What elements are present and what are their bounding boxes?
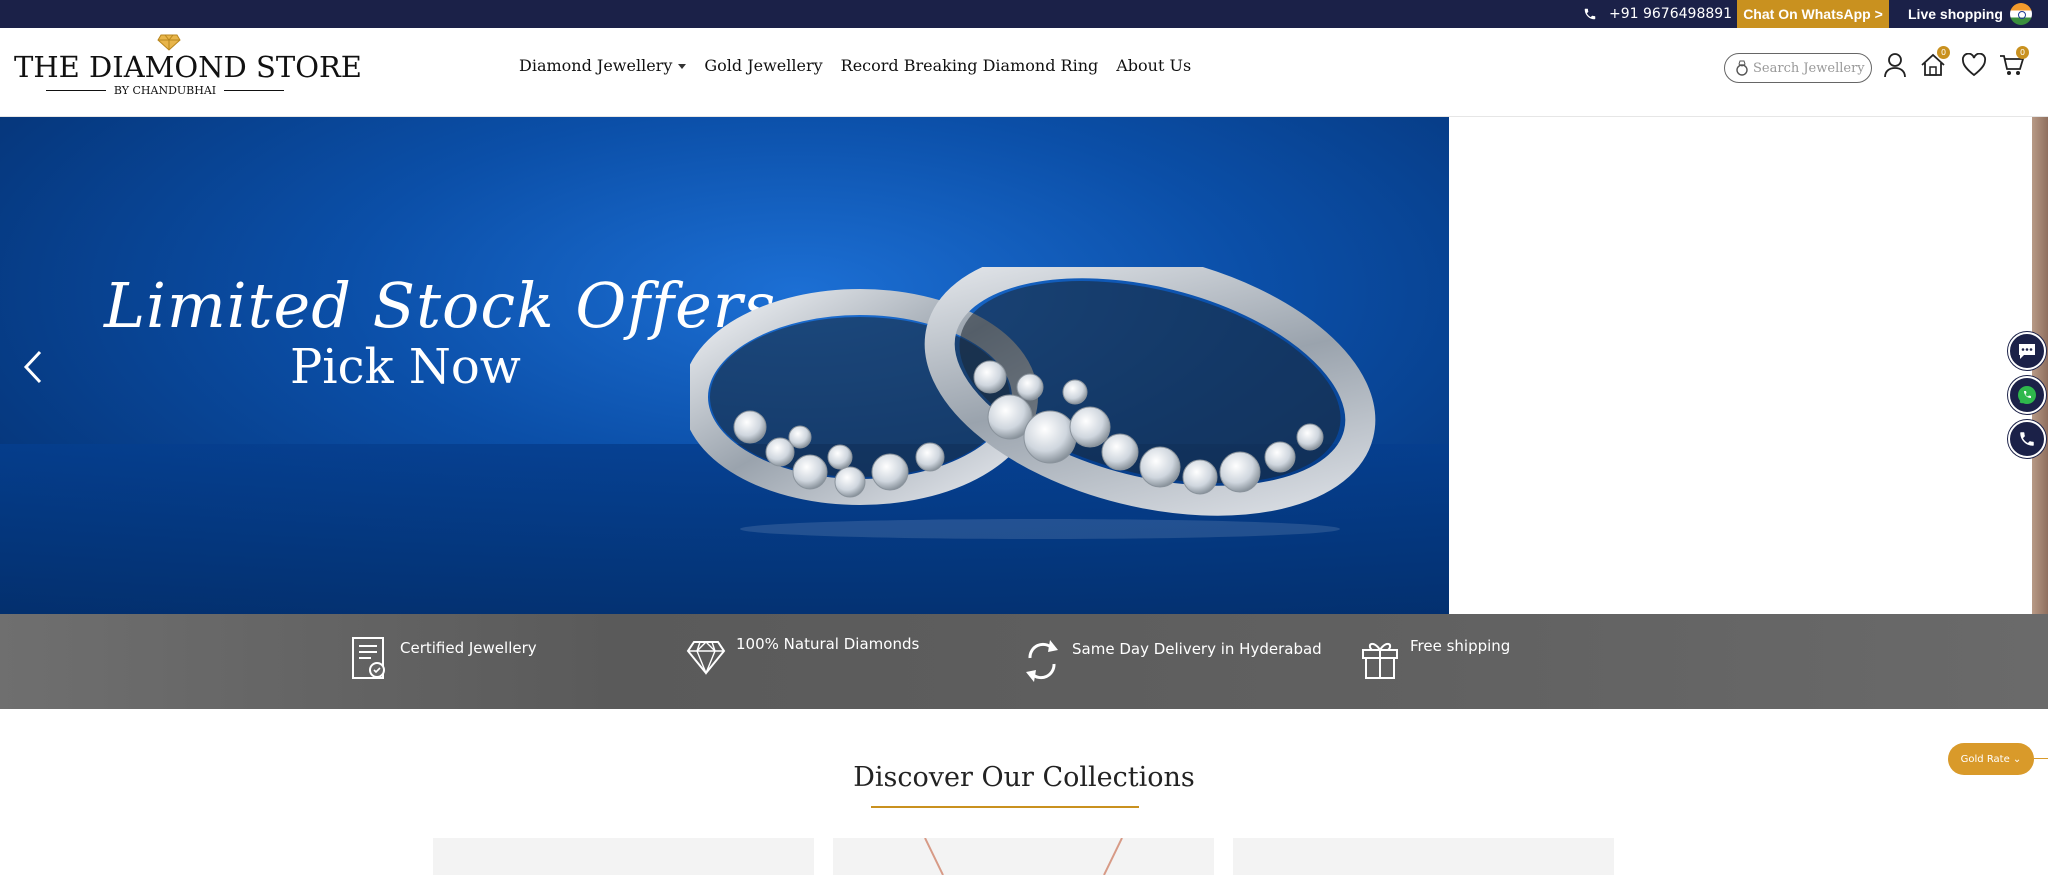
hero-side-panel — [1449, 117, 2032, 614]
logo[interactable]: THE DIAMOND STORE BY CHANDUBHAI — [14, 30, 362, 100]
account-button[interactable] — [1880, 50, 1910, 80]
logo-title: THE DIAMOND STORE — [14, 50, 362, 84]
gold-rate-connector — [2034, 758, 2048, 759]
ring-search-icon — [1736, 60, 1748, 76]
gift-icon — [1362, 643, 1398, 679]
chat-float-button[interactable] — [2008, 332, 2046, 370]
feature-label: 100% Natural Diamonds — [736, 635, 920, 653]
collection-card[interactable] — [433, 838, 814, 875]
diamond-logo-icon — [157, 34, 181, 51]
collection-card[interactable] — [833, 837, 1214, 875]
top-bar: +91 9676498891 Chat On WhatsApp > Live s… — [0, 0, 2048, 28]
nav-diamond-jewellery[interactable]: Diamond Jewellery — [519, 56, 687, 75]
india-flag-icon[interactable] — [2010, 3, 2032, 25]
chat-bubble-icon — [2019, 344, 2035, 359]
call-float-button[interactable] — [2008, 420, 2046, 458]
diamond-rings-image — [690, 267, 1376, 539]
collections-heading: Discover Our Collections — [853, 762, 1195, 793]
collections-underline — [871, 806, 1139, 808]
phone-number: +91 9676498891 — [1609, 6, 1733, 22]
whatsapp-float-button[interactable] — [2008, 376, 2046, 414]
phone-icon — [2020, 432, 2034, 446]
phone-icon — [1584, 8, 1596, 20]
wishlist-button[interactable] — [1959, 50, 1989, 80]
nav-about-us[interactable]: About Us — [1116, 56, 1191, 75]
caret-down-icon — [678, 64, 687, 69]
hero-script-text: Limited Stock Offers — [104, 269, 777, 342]
nav-label: Diamond Jewellery — [519, 56, 673, 75]
diamond-icon — [686, 641, 726, 675]
features-strip: Certified Jewellery 100% Natural Diamond… — [0, 614, 2048, 709]
feature-label: Certified Jewellery — [400, 639, 537, 657]
logo-subtitle: BY CHANDUBHAI — [14, 84, 316, 97]
home-try-button[interactable]: 0 — [1918, 46, 1950, 80]
user-icon — [1884, 53, 1906, 78]
collection-card[interactable] — [1233, 838, 1614, 875]
nav-gold-jewellery[interactable]: Gold Jewellery — [704, 56, 822, 75]
heart-icon — [1962, 53, 1986, 77]
home-badge: 0 — [1937, 46, 1950, 59]
feature-certified: Certified Jewellery — [350, 636, 537, 684]
main-nav: Diamond Jewellery Gold Jewellery Record … — [519, 56, 1209, 75]
feature-same-day-delivery: Same Day Delivery in Hyderabad — [1022, 636, 1322, 686]
certificate-icon — [352, 637, 385, 679]
necklace-image — [924, 837, 1123, 875]
hero-banner[interactable]: Limited Stock Offers Pick Now — [0, 117, 1449, 614]
nav-record-breaking-ring[interactable]: Record Breaking Diamond Ring — [841, 56, 1099, 75]
cart-badge: 0 — [2016, 46, 2029, 59]
chat-whatsapp-button[interactable]: Chat On WhatsApp > — [1737, 0, 1889, 28]
hero-cta-text: Pick Now — [290, 339, 521, 395]
site-header: THE DIAMOND STORE BY CHANDUBHAI Diamond … — [0, 28, 2048, 117]
chevron-left-icon[interactable] — [22, 349, 44, 385]
refresh-icon — [1026, 640, 1058, 682]
live-shopping-link[interactable]: Live shopping — [1908, 0, 2003, 28]
phone-contact[interactable]: +91 9676498891 — [1583, 0, 1732, 28]
gold-rate-button[interactable]: Gold Rate ⌄ — [1948, 743, 2034, 775]
feature-free-shipping: Free shipping — [1360, 636, 1510, 680]
whatsapp-icon — [2018, 386, 2036, 404]
cart-button[interactable]: 0 — [1997, 46, 2029, 80]
search-input[interactable] — [1753, 60, 1868, 76]
feature-label: Same Day Delivery in Hyderabad — [1072, 640, 1322, 658]
feature-natural-diamonds: 100% Natural Diamonds — [686, 635, 920, 676]
feature-label: Free shipping — [1410, 637, 1511, 655]
search-box[interactable] — [1724, 53, 1872, 83]
